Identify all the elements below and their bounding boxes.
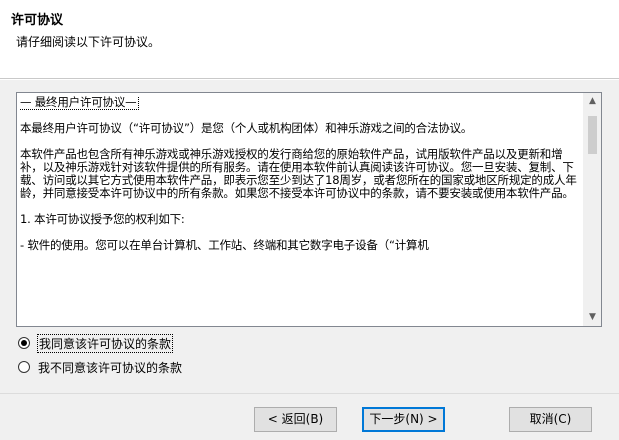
accept-label[interactable]: 我同意该许可协议的条款 [36, 333, 174, 353]
header-divider [0, 79, 619, 80]
decline-radio[interactable] [18, 361, 30, 373]
scroll-thumb[interactable] [588, 116, 597, 154]
page-subtitle: 请仔细阅读以下许可协议。 [16, 35, 161, 49]
next-button[interactable]: 下一步(N) > [362, 407, 445, 432]
license-text-content: — 最终用户许可协议— 本最终用户许可协议（“许可协议”）是您（个人或机构团体）… [20, 96, 581, 324]
cancel-button[interactable]: 取消(C) [509, 407, 592, 432]
decline-label[interactable]: 我不同意该许可协议的条款 [38, 359, 182, 376]
license-text-box[interactable]: — 最终用户许可协议— 本最终用户许可协议（“许可协议”）是您（个人或机构团体）… [16, 92, 602, 327]
decline-option[interactable]: 我不同意该许可协议的条款 [18, 358, 182, 376]
vertical-scrollbar[interactable]: ▲ ▼ [583, 93, 601, 326]
back-button[interactable]: < 返回(B) [254, 407, 337, 432]
license-paragraph: - 软件的使用。您可以在单台计算机、工作站、终端和其它数字电子设备（“计算机 [20, 238, 429, 252]
scroll-up-icon[interactable]: ▲ [584, 93, 601, 110]
scroll-down-icon[interactable]: ▼ [584, 309, 601, 326]
license-paragraph: 本最终用户许可协议（“许可协议”）是您（个人或机构团体）和神乐游戏之间的合法协议… [20, 121, 473, 135]
header-panel: 许可协议 请仔细阅读以下许可协议。 [0, 0, 619, 79]
accept-option[interactable]: 我同意该许可协议的条款 [18, 333, 174, 353]
license-paragraph: 1. 本许可协议授予您的权利如下: [20, 212, 185, 226]
footer-divider [0, 393, 619, 394]
accept-radio[interactable] [18, 337, 30, 349]
license-heading: — 最终用户许可协议— [20, 96, 140, 110]
license-paragraph: 本软件产品也包含所有神乐游戏或神乐游戏授权的发行商给您的原始软件产品，试用版软件… [20, 147, 577, 200]
page-title: 许可协议 [11, 13, 64, 28]
